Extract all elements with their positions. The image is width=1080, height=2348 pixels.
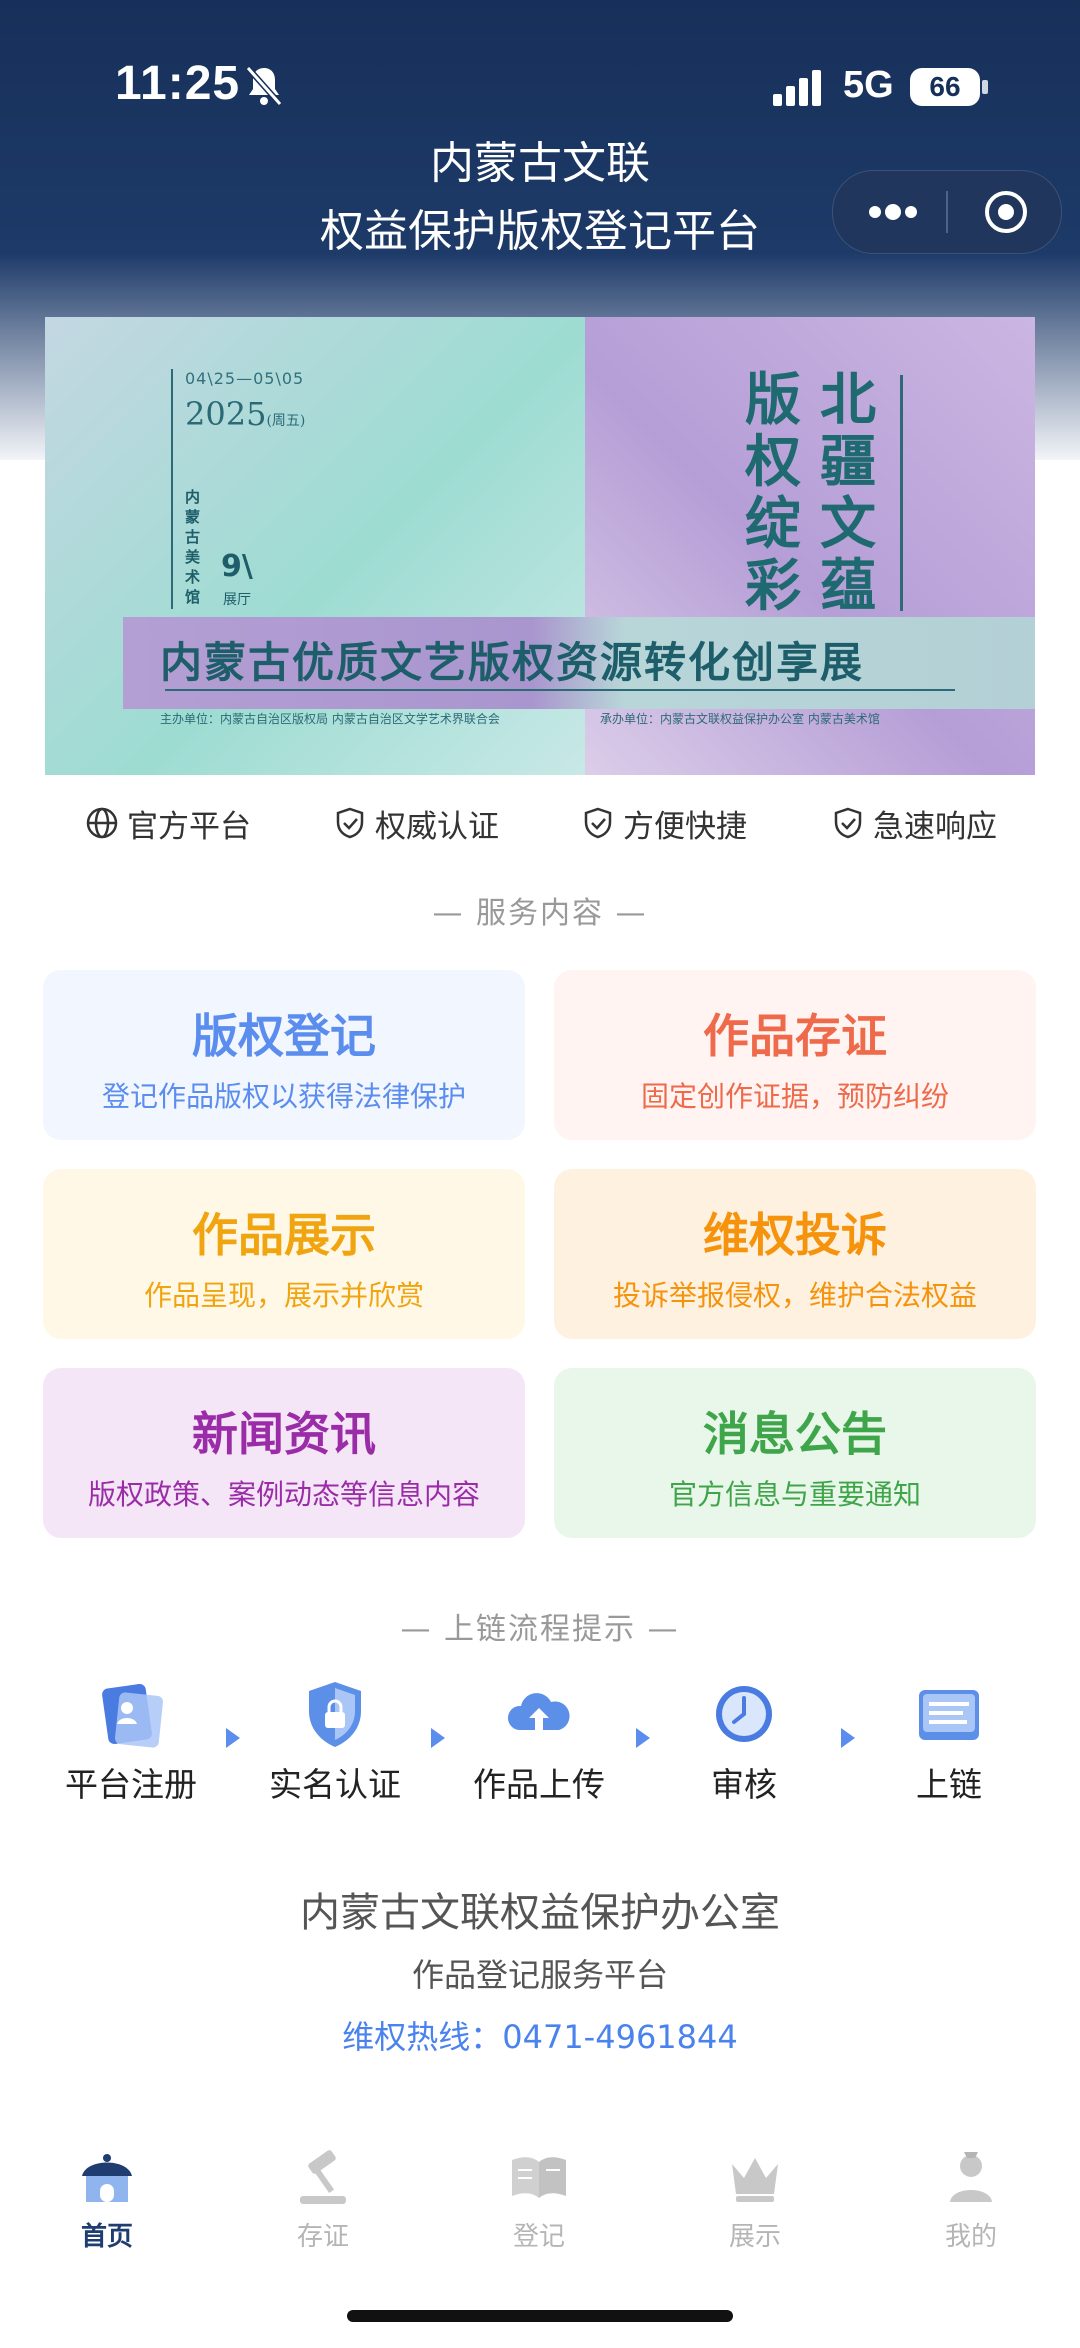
battery-icon: 66 xyxy=(910,68,980,106)
card-subtitle: 版权政策、案例动态等信息内容 xyxy=(87,1478,480,1511)
card-work-evidence[interactable]: 作品存证 固定创作证据，预防纠纷 xyxy=(554,970,1036,1140)
card-title: 维权投诉 xyxy=(703,1208,887,1262)
card-title: 消息公告 xyxy=(703,1407,887,1461)
home-icon xyxy=(82,2154,132,2202)
feature-label: 权威认证 xyxy=(375,808,499,845)
miniprogram-capsule xyxy=(832,170,1062,254)
card-subtitle: 投诉举报侵权，维护合法权益 xyxy=(612,1279,977,1312)
banner-vertical-title-1: 北疆文蕴 xyxy=(820,367,876,619)
process-steps: 平台注册 实名认证 作品上传 审核 上链 xyxy=(0,1680,1080,1804)
document-list-icon xyxy=(919,1690,979,1740)
id-card-icon xyxy=(102,1683,164,1748)
feature-strip: 官方平台 权威认证 方便快捷 急速响应 xyxy=(0,795,1080,851)
card-title: 作品存证 xyxy=(703,1009,887,1063)
globe-icon xyxy=(86,807,118,839)
status-time: 11:25 xyxy=(115,57,241,110)
footer-office: 内蒙古文联权益保护办公室 xyxy=(300,1890,780,1936)
feature-fast-response: 急速响应 xyxy=(831,803,997,845)
feature-label: 急速响应 xyxy=(873,808,997,845)
feature-label: 官方平台 xyxy=(127,808,251,845)
feature-convenient: 方便快捷 xyxy=(581,803,747,845)
clock-icon xyxy=(716,1686,772,1742)
gavel-icon xyxy=(300,2150,346,2204)
card-subtitle: 登记作品版权以获得法律保护 xyxy=(101,1080,466,1113)
banner-hall: 9\ xyxy=(221,549,253,584)
shield-check-icon xyxy=(834,807,862,839)
banner-organizer: 承办单位：内蒙古文联权益保护办公室 内蒙古美术馆 xyxy=(600,712,880,726)
banner-vline xyxy=(171,369,173,609)
card-title: 版权登记 xyxy=(192,1009,376,1063)
feature-label: 方便快捷 xyxy=(623,808,747,845)
step-register: 平台注册 xyxy=(51,1680,211,1806)
step-label: 实名认证 xyxy=(269,1765,401,1804)
banner-band-line xyxy=(165,689,955,691)
network-type: 5G xyxy=(843,64,894,106)
banner-main-title: 内蒙古优质文艺版权资源转化创享展 xyxy=(160,638,865,687)
step-arrow xyxy=(636,1728,650,1748)
step-real-name: 实名认证 xyxy=(255,1680,415,1806)
book-icon xyxy=(512,2157,566,2198)
card-title: 新闻资讯 xyxy=(192,1407,376,1461)
exhibition-banner[interactable]: 04\25—05\05 2025(周五) 内蒙古美术馆 9\ 展厅 北疆文蕴 版… xyxy=(45,317,1035,775)
tab-label: 我的 xyxy=(944,2222,997,2252)
feature-authority: 权威认证 xyxy=(333,803,499,845)
signal-icon xyxy=(773,70,821,106)
shield-check-icon xyxy=(584,807,612,839)
card-subtitle: 固定创作证据，预防纠纷 xyxy=(640,1080,949,1113)
step-arrow xyxy=(431,1728,445,1748)
card-subtitle: 作品呈现，展示并欣赏 xyxy=(143,1279,424,1312)
card-work-showcase[interactable]: 作品展示 作品呈现，展示并欣赏 xyxy=(43,1169,525,1339)
tab-label: 登记 xyxy=(512,2222,565,2252)
step-arrow xyxy=(226,1728,240,1748)
tab-showcase[interactable]: 展示 xyxy=(685,2146,825,2253)
process-section-title: — 上链流程提示 — xyxy=(400,1612,680,1647)
step-review: 审核 xyxy=(664,1680,824,1806)
banner-year-value: 2025 xyxy=(185,395,267,433)
banner-hall-sub: 展厅 xyxy=(223,592,251,608)
shield-check-icon xyxy=(336,807,364,839)
card-copyright-registration[interactable]: 版权登记 登记作品版权以获得法律保护 xyxy=(43,970,525,1140)
step-label: 上链 xyxy=(916,1765,982,1804)
card-news[interactable]: 新闻资讯 版权政策、案例动态等信息内容 xyxy=(43,1368,525,1538)
tab-register[interactable]: 登记 xyxy=(469,2146,609,2253)
step-label: 审核 xyxy=(711,1765,777,1804)
capsule-divider xyxy=(946,191,948,233)
banner-date: 04\25—05\05 xyxy=(185,369,305,388)
card-title: 作品展示 xyxy=(192,1208,376,1262)
card-subtitle: 官方信息与重要通知 xyxy=(668,1478,921,1511)
banner-year-note: (周五) xyxy=(266,413,306,429)
step-arrow xyxy=(841,1728,855,1748)
banner-museum: 内蒙古美术馆 xyxy=(185,488,201,606)
card-announcements[interactable]: 消息公告 官方信息与重要通知 xyxy=(554,1368,1036,1538)
bottom-tab-bar: 首页 存证 登记 展示 我的 xyxy=(0,2130,1080,2270)
close-target-icon[interactable] xyxy=(983,189,1029,235)
tab-label: 展示 xyxy=(728,2222,781,2252)
crown-icon xyxy=(732,2158,778,2202)
more-icon[interactable] xyxy=(863,191,923,233)
home-indicator xyxy=(347,2310,733,2322)
cloud-upload-icon xyxy=(507,1693,570,1730)
user-icon xyxy=(950,2152,992,2202)
step-upload: 作品上传 xyxy=(459,1680,619,1806)
tab-evidence[interactable]: 存证 xyxy=(253,2146,393,2253)
banner-vbar xyxy=(900,375,903,611)
tab-label: 首页 xyxy=(80,2222,133,2252)
step-label: 平台注册 xyxy=(65,1765,197,1804)
tab-mine[interactable]: 我的 xyxy=(901,2146,1041,2253)
tab-home[interactable]: 首页 xyxy=(37,2146,177,2253)
security-shield-lock-icon xyxy=(309,1682,361,1747)
footer-platform: 作品登记服务平台 xyxy=(411,1956,668,1994)
services-section-title: — 服务内容 — xyxy=(432,896,648,931)
battery-tip xyxy=(982,80,988,94)
step-chain: 上链 xyxy=(869,1680,1029,1806)
tab-label: 存证 xyxy=(296,2222,349,2252)
banner-host: 主办单位：内蒙古自治区版权局 内蒙古自治区文学艺术界联合会 xyxy=(160,712,500,726)
feature-official: 官方平台 xyxy=(85,803,251,845)
card-rights-complaint[interactable]: 维权投诉 投诉举报侵权，维护合法权益 xyxy=(554,1169,1036,1339)
banner-vertical-title-2: 版权绽彩 xyxy=(745,367,801,619)
step-label: 作品上传 xyxy=(473,1765,605,1804)
bell-muted-icon xyxy=(245,66,283,106)
banner-year: 2025(周五) xyxy=(185,395,305,433)
hotline-link[interactable]: 维权热线：0471-4961844 xyxy=(0,2012,1080,2058)
